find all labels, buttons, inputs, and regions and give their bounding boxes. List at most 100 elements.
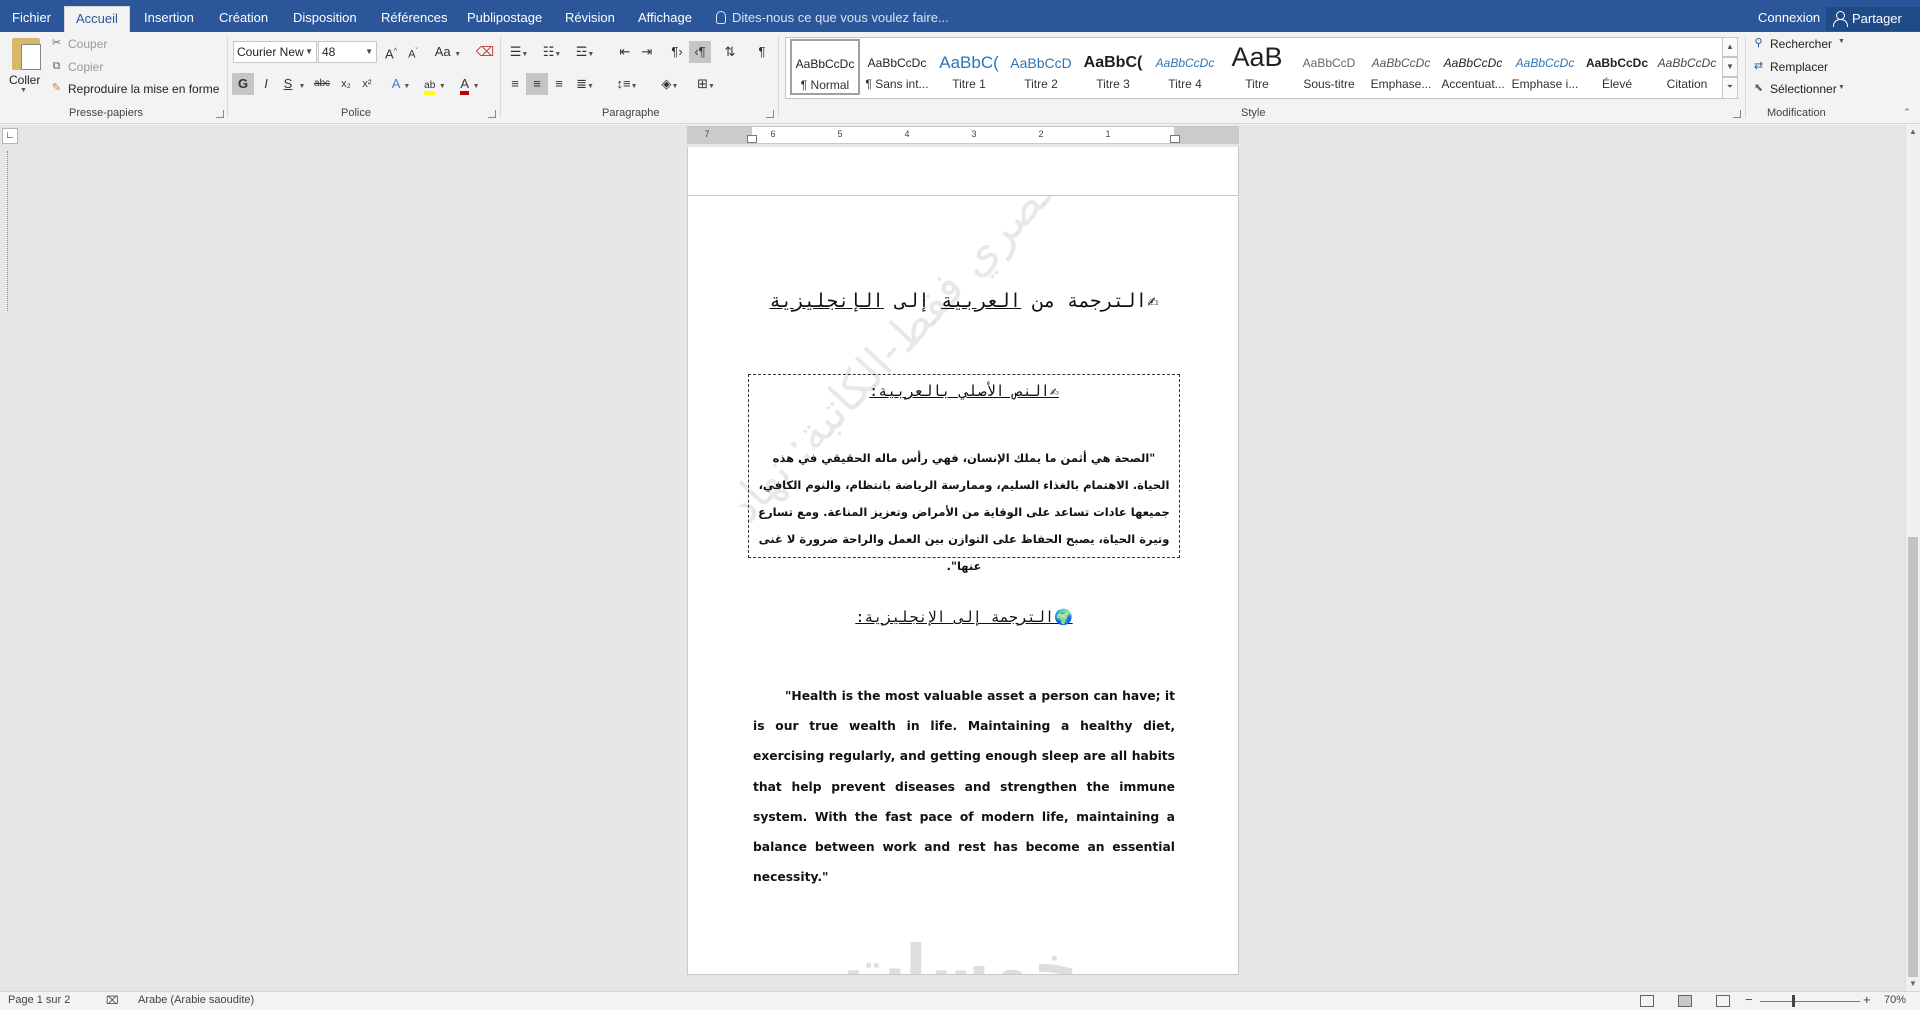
- line-spacing-button[interactable]: ↕≡▼: [612, 73, 642, 95]
- replace-button[interactable]: Remplacer: [1770, 60, 1828, 74]
- style-title[interactable]: AaB Titre: [1222, 40, 1292, 96]
- text-effects-button[interactable]: A ▼: [386, 73, 416, 95]
- styles-dialog-launcher[interactable]: [1733, 110, 1741, 118]
- font-size-value: 48: [322, 45, 336, 59]
- scrollbar-thumb[interactable]: [1908, 537, 1918, 977]
- find-button[interactable]: Rechercher: [1770, 37, 1832, 51]
- format-painter-button[interactable]: Reproduire la mise en forme: [68, 82, 219, 96]
- paragraph-dialog-launcher[interactable]: [766, 110, 774, 118]
- align-left-icon[interactable]: ≡: [504, 73, 526, 95]
- clear-formatting-icon[interactable]: ⌫: [474, 41, 496, 63]
- bullets-button[interactable]: ☰▼: [504, 41, 534, 63]
- multilevel-list-button[interactable]: ☲▼: [570, 41, 600, 63]
- sort-icon[interactable]: ⇅: [719, 41, 741, 63]
- zoom-slider-thumb[interactable]: [1792, 995, 1796, 1007]
- decrease-indent-icon[interactable]: ⇤: [614, 41, 636, 63]
- vertical-scrollbar[interactable]: ▲ ▼: [1905, 125, 1920, 991]
- chevron-down-icon[interactable]: ▼: [1838, 84, 1845, 91]
- share-button[interactable]: Partager: [1826, 7, 1920, 31]
- zoom-out-button[interactable]: −: [1745, 992, 1753, 1007]
- underline-button[interactable]: S: [277, 73, 299, 95]
- page-count[interactable]: Page 1 sur 2: [8, 994, 70, 1006]
- scroll-down-arrow[interactable]: ▼: [1906, 977, 1920, 991]
- tab-file[interactable]: Fichier: [12, 0, 51, 32]
- font-size-select[interactable]: 48 ▼: [318, 41, 377, 63]
- style-heading-2[interactable]: AaBbCcD Titre 2: [1006, 40, 1076, 96]
- paste-button[interactable]: Coller: [9, 73, 40, 87]
- paste-dropdown-arrow[interactable]: ▼: [20, 87, 27, 94]
- font-name-select[interactable]: Courier New ▼: [233, 41, 317, 63]
- zoom-level[interactable]: 70%: [1884, 994, 1906, 1006]
- change-case-button[interactable]: Aa ▼: [432, 41, 464, 63]
- ltr-direction-icon[interactable]: ¶›: [666, 41, 688, 63]
- numbering-button[interactable]: ☷▼: [537, 41, 567, 63]
- style-label: Emphase...: [1370, 77, 1432, 91]
- font-dialog-launcher[interactable]: [488, 110, 496, 118]
- tab-layout[interactable]: Disposition: [293, 0, 357, 32]
- chevron-down-icon[interactable]: ▼: [1838, 38, 1845, 45]
- increase-indent-icon[interactable]: ⇥: [636, 41, 658, 63]
- translation-heading: 🌍الترجمة إلى الإنجليزية:: [855, 608, 1073, 626]
- tab-home[interactable]: Accueil: [64, 6, 130, 32]
- superscript-button[interactable]: x²: [356, 73, 378, 95]
- shading-button[interactable]: ◈▼: [654, 73, 686, 95]
- right-indent-marker[interactable]: [747, 135, 757, 143]
- language-indicator[interactable]: Arabe (Arabie saoudite): [138, 994, 254, 1006]
- style-quote[interactable]: AaBbCcDc Citation: [1652, 40, 1722, 96]
- bold-button[interactable]: G: [232, 73, 254, 95]
- highlight-button[interactable]: ab ▼: [418, 73, 452, 95]
- group-divider: [227, 36, 228, 118]
- tab-design[interactable]: Création: [219, 0, 268, 32]
- multilevel-list-icon: ☲: [575, 44, 588, 59]
- document-page[interactable]: نموذج حصري فقط-الكاتبة: نهاد خمسات ✍التر…: [687, 195, 1239, 975]
- read-mode-icon[interactable]: [1640, 995, 1654, 1007]
- tab-view[interactable]: Affichage: [638, 0, 692, 32]
- zoom-slider[interactable]: [1760, 1001, 1860, 1002]
- grow-font-button[interactable]: A^: [380, 41, 402, 63]
- style-heading-1[interactable]: AaBbC( Titre 1: [934, 40, 1004, 96]
- tab-references[interactable]: Références: [381, 0, 447, 32]
- signin-link[interactable]: Connexion: [1758, 0, 1820, 32]
- first-line-indent-marker[interactable]: [1170, 135, 1180, 143]
- collapse-ribbon-icon[interactable]: ⌃: [1900, 107, 1914, 119]
- scroll-up-arrow[interactable]: ▲: [1906, 125, 1920, 139]
- tab-review[interactable]: Révision: [565, 0, 615, 32]
- style-subtitle[interactable]: AaBbCcD Sous-titre: [1294, 40, 1364, 96]
- underline-dropdown[interactable]: ▼: [297, 73, 307, 95]
- show-marks-icon[interactable]: ¶: [751, 41, 773, 63]
- clipboard-dialog-launcher[interactable]: [216, 110, 224, 118]
- subscript-button[interactable]: x₂: [335, 73, 357, 95]
- font-color-button[interactable]: A ▼: [454, 73, 486, 95]
- strikethrough-button[interactable]: abc: [310, 73, 334, 95]
- cut-button[interactable]: Couper: [68, 37, 107, 51]
- style-no-spacing[interactable]: AaBbCcDc ¶ Sans int...: [862, 40, 932, 96]
- proofing-icon[interactable]: ⌧: [106, 994, 119, 1007]
- copy-button[interactable]: Copier: [68, 60, 103, 74]
- gallery-scroll-up[interactable]: ▲: [1723, 37, 1738, 57]
- italic-button[interactable]: I: [255, 73, 277, 95]
- tab-insert[interactable]: Insertion: [144, 0, 194, 32]
- gallery-scroll-down[interactable]: ▼: [1723, 57, 1738, 77]
- tab-mailings[interactable]: Publipostage: [467, 0, 542, 32]
- justify-button[interactable]: ≣▼: [570, 73, 600, 95]
- style-strong[interactable]: AaBbCcDc Élevé: [1582, 40, 1652, 96]
- style-emphasis[interactable]: AaBbCcDc Accentuat...: [1438, 40, 1508, 96]
- style-heading-3[interactable]: AaBbC( Titre 3: [1078, 40, 1148, 96]
- rtl-direction-icon[interactable]: ‹¶: [689, 41, 711, 63]
- align-right-icon[interactable]: ≡: [548, 73, 570, 95]
- borders-button[interactable]: ⊞▼: [690, 73, 722, 95]
- tell-me-box[interactable]: Dites-nous ce que vous voulez faire...: [716, 0, 949, 32]
- zoom-in-button[interactable]: +: [1863, 992, 1871, 1007]
- style-subtle-emphasis[interactable]: AaBbCcDc Emphase...: [1366, 40, 1436, 96]
- print-layout-icon[interactable]: [1678, 995, 1692, 1007]
- paste-icon[interactable]: [12, 38, 41, 70]
- style-heading-4[interactable]: AaBbCcDc Titre 4: [1150, 40, 1220, 96]
- align-center-icon[interactable]: ≡: [526, 73, 548, 95]
- web-layout-icon[interactable]: [1716, 995, 1730, 1007]
- shrink-font-button[interactable]: Aˇ: [402, 41, 424, 63]
- tab-stop-selector[interactable]: ∟: [2, 128, 18, 144]
- style-normal[interactable]: AaBbCcDc ¶ Normal: [790, 39, 860, 95]
- gallery-more[interactable]: ⏷: [1723, 77, 1738, 99]
- style-intense-emphasis[interactable]: AaBbCcDc Emphase i...: [1510, 40, 1580, 96]
- select-button[interactable]: Sélectionner: [1770, 82, 1837, 96]
